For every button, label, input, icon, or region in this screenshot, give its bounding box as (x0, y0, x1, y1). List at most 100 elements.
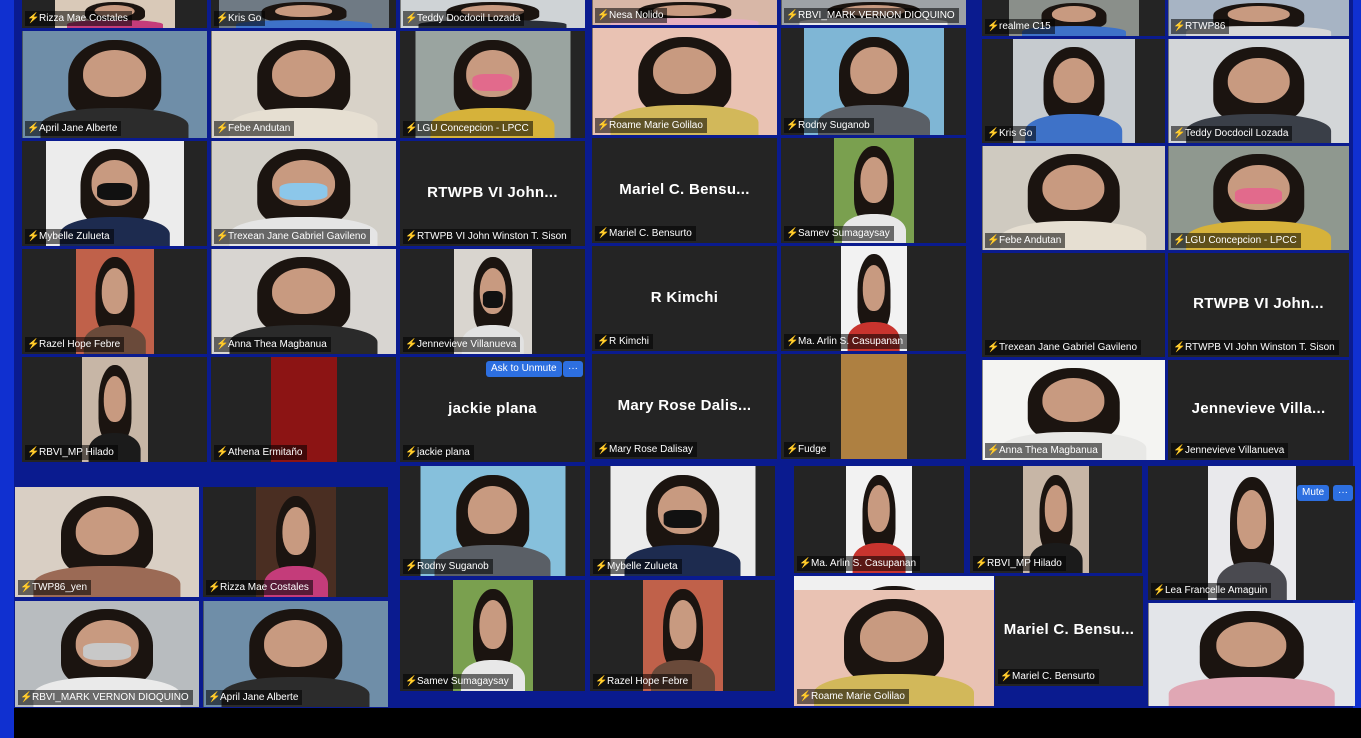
participant-tile[interactable]: ⚡Rodny Suganob (400, 466, 585, 576)
participant-tile[interactable]: R Kimchi ⚡R Kimchi (592, 246, 777, 351)
participant-name: Mybelle Zulueta (607, 561, 678, 572)
participant-tile[interactable]: ⚡Rizza Mae Costales (22, 0, 207, 28)
participant-tile[interactable]: ⚡RBVI_MP Hilado (970, 466, 1142, 573)
participant-name: realme C15 (999, 21, 1051, 32)
participant-name: Mariel C. Bensurto (609, 228, 692, 239)
mic-muted-icon: ⚡ (597, 120, 610, 131)
participant-name: Anna Thea Magbanua (999, 445, 1098, 456)
mic-muted-icon: ⚡ (597, 10, 610, 21)
mic-muted-icon: ⚡ (987, 342, 1000, 353)
face-mask (663, 510, 702, 528)
mic-muted-icon: ⚡ (27, 231, 40, 242)
participant-display-name: Mariel C. Bensu... (619, 180, 750, 198)
participant-tile[interactable]: ⚡Athena Ermitaño (211, 357, 396, 462)
participant-tile[interactable]: ⚡Samev Sumagaysay (781, 138, 966, 243)
participant-name-tag: ⚡Razel Hope Febre (593, 674, 693, 689)
participant-tile[interactable]: ⚡Teddy Docdocil Lozada (1168, 39, 1349, 143)
participant-tile[interactable]: ⚡Ma. Arlin S. Casupanan (781, 246, 966, 351)
participant-tile[interactable]: Mariel C. Bensu... ⚡Mariel C. Bensurto (995, 576, 1143, 686)
participant-tile[interactable]: Mary Rose Dalis... ⚡Mary Rose Dalisay (592, 354, 777, 459)
participant-tile[interactable]: RTWPB VI John... ⚡RTWPB VI John Winston T… (400, 141, 585, 246)
participant-name-tag: ⚡Mariel C. Bensurto (998, 669, 1099, 684)
mic-muted-icon: ⚡ (799, 691, 812, 702)
participant-face (1042, 164, 1105, 211)
participant-name: Nesa Nolido (609, 10, 664, 21)
participant-tile[interactable]: ⚡Roame Marie Golilao (794, 590, 994, 706)
participant-tile[interactable]: RTWPB VI John... ⚡RTWPB VI John Winston T… (1168, 253, 1349, 357)
participant-name: Jennevieve Villanueva (417, 339, 517, 350)
mic-muted-icon: ⚡ (799, 558, 812, 569)
participant-tile[interactable]: ⚡LGU Concepcion - LPCC (400, 31, 585, 138)
participant-tile[interactable]: ⚡Kris Go (982, 39, 1165, 143)
participant-tile[interactable]: ⚡Anna Thea Magbanua (982, 360, 1165, 460)
participant-tile[interactable]: ⚡Samev Sumagaysay (400, 580, 585, 691)
participant-name-tag: ⚡R Kimchi (595, 334, 654, 349)
participant-tile[interactable]: ⚡Mybelle Zulueta (22, 141, 207, 246)
participant-tile[interactable]: ⚡LGU Concepcion - LPCC (1168, 146, 1349, 250)
participant-tile[interactable]: ⚡Fudge (781, 354, 966, 459)
face-mask (96, 183, 133, 200)
mic-muted-icon: ⚡ (597, 444, 610, 455)
more-options-button[interactable]: ··· (1333, 485, 1353, 501)
participant-name-tag: ⚡Rizza Mae Costales (206, 580, 313, 595)
participant-tile[interactable]: ⚡Teddy Docdocil Lozada (400, 0, 585, 28)
participant-tile[interactable]: ⚡Febe Andutan (982, 146, 1165, 250)
participant-face (274, 5, 333, 18)
participant-tile[interactable]: ⚡Rizza Mae Costales (203, 487, 388, 597)
participant-tile[interactable]: ⚡Trexean Jane Gabriel Gavileno (982, 253, 1165, 357)
participant-name-tag: ⚡jackie plana (403, 445, 474, 460)
participant-display-name: Mary Rose Dalis... (617, 396, 752, 414)
participant-tile[interactable]: ⚡realme C15 (982, 0, 1165, 36)
participant-tile[interactable]: ⚡Razel Hope Febre (590, 580, 775, 691)
participant-display-name: RTWPB VI John... (1193, 294, 1324, 312)
participant-name: Fudge (798, 444, 827, 455)
participant-face (1044, 485, 1068, 533)
mute-button[interactable]: Mute (1297, 485, 1330, 501)
participant-name-tag: ⚡Samev Sumagaysay (403, 674, 513, 689)
participant-name: LGU Concepcion - LPCC (417, 123, 529, 134)
participant-tile[interactable]: ⚡April Jane Alberte (203, 601, 388, 707)
ask-to-unmute-button[interactable]: Ask to Unmute (486, 361, 562, 377)
participant-name-tag: ⚡Ma. Arlin S. Casupanan (797, 556, 921, 571)
participant-tile[interactable]: ⚡RTWP86 (1168, 0, 1349, 36)
mic-muted-icon: ⚡ (987, 235, 1000, 246)
participant-tile[interactable]: ⚡Febe Andutan (211, 31, 396, 138)
participant-name-tag: ⚡RBVI_MARK VERNON DIOQUINO (784, 8, 959, 23)
mic-muted-icon: ⚡ (1173, 235, 1186, 246)
participant-tile[interactable]: ⚡Jennevieve Villanueva (400, 249, 585, 354)
participant-display-name: Jennevieve Villa... (1191, 399, 1326, 417)
participant-tile[interactable]: ⚡Mybelle Zulueta (590, 466, 775, 576)
participant-tile[interactable]: ⚡RBVI_MARK VERNON DIOQUINO (781, 0, 966, 25)
participant-tile[interactable]: ⚡TWP86_yen (15, 487, 199, 597)
participant-face (478, 599, 507, 649)
participant-image (840, 354, 907, 459)
mic-muted-icon: ⚡ (1000, 671, 1013, 682)
mic-muted-icon: ⚡ (27, 447, 40, 458)
participant-face (272, 50, 335, 98)
participant-tile[interactable]: ⚡RBVI_MP Hilado (22, 357, 207, 462)
participant-tile[interactable]: Mariel C. Bensu... ⚡Mariel C. Bensurto (592, 138, 777, 243)
participant-tile[interactable]: ⚡Ma. Arlin S. Casupanan (794, 466, 964, 573)
participant-name: Teddy Docdocil Lozada (417, 13, 521, 24)
participant-face (101, 267, 128, 315)
participant-face (867, 485, 891, 533)
participant-tile[interactable]: ⚡Razel Hope Febre (22, 249, 207, 354)
participant-tile[interactable]: ⚡Kris Go (211, 0, 396, 28)
participant-tile[interactable]: Jennevieve Villa... ⚡Jennevieve Villanuev… (1168, 360, 1349, 460)
participant-tile[interactable] (1148, 603, 1355, 706)
participant-tile[interactable]: ⚡Anna Thea Magbanua (211, 249, 396, 354)
participant-name: Trexean Jane Gabriel Gavileno (228, 231, 367, 242)
participant-tile[interactable]: ⚡Lea Francelle Amaguin Mute ··· (1148, 466, 1355, 600)
mic-muted-icon: ⚡ (1173, 445, 1186, 456)
mic-muted-icon: ⚡ (216, 123, 229, 134)
participant-tile[interactable]: ⚡Trexean Jane Gabriel Gavileno (211, 141, 396, 246)
participant-body (1168, 677, 1335, 706)
participant-tile[interactable]: jackie plana ⚡jackie plana Ask to Unmute ··… (400, 357, 585, 462)
participant-tile[interactable]: ⚡April Jane Alberte (22, 31, 207, 138)
more-options-button[interactable]: ··· (563, 361, 583, 377)
mic-muted-icon: ⚡ (27, 123, 40, 134)
participant-tile[interactable]: ⚡Nesa Nolido (592, 0, 777, 25)
participant-tile[interactable]: ⚡Rodny Suganob (781, 28, 966, 135)
participant-tile[interactable]: ⚡Roame Marie Golilao (592, 28, 777, 135)
participant-tile[interactable]: ⚡RBVI_MARK VERNON DIOQUINO (15, 601, 199, 707)
